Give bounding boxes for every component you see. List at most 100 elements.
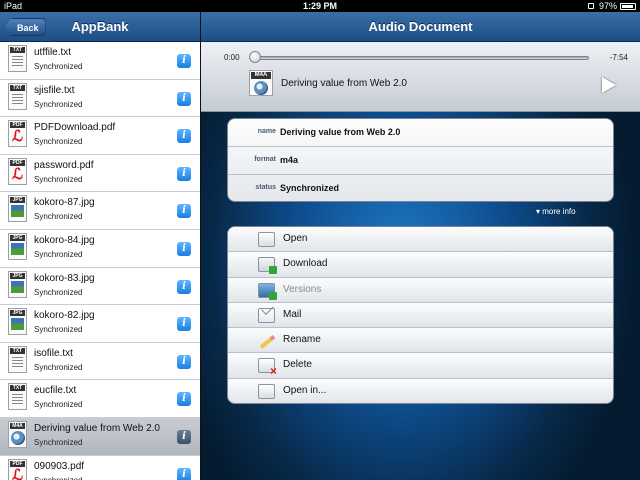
file-name: kokoro-84.jpg: [34, 234, 95, 246]
elapsed-time: 0:00: [224, 53, 240, 62]
file-list-item[interactable]: M4A Deriving value from Web 2.0 Synchroniz…: [0, 417, 200, 456]
playback-scrubber[interactable]: [255, 56, 589, 60]
property-value: m4a: [280, 155, 299, 165]
info-button[interactable]: i: [177, 392, 191, 407]
info-button[interactable]: i: [177, 467, 191, 480]
file-name: PDFDownload.pdf: [34, 122, 116, 134]
txt-file-icon: TXT: [8, 45, 27, 72]
file-status: Synchronized: [34, 476, 82, 480]
action-open-button[interactable]: Open: [228, 227, 613, 253]
property-row: status Synchronized: [228, 175, 613, 201]
landscape-thumbnail-icon: [11, 205, 24, 218]
file-name: utffile.txt: [34, 47, 72, 58]
file-status: Synchronized: [34, 400, 83, 410]
action-rename-button[interactable]: Rename: [228, 328, 613, 354]
jpg-file-icon: JPG: [8, 308, 27, 336]
file-status: Synchronized: [34, 137, 83, 147]
file-type-tag: JPG: [10, 197, 25, 204]
file-type-tag: TXT: [10, 385, 25, 392]
pdf-file-icon: PDF ℒ: [8, 157, 27, 185]
action-download-button[interactable]: Download: [228, 252, 613, 278]
action-mail-button[interactable]: Mail: [228, 302, 613, 329]
status-bar: iPad 1:29 PM 97%: [0, 0, 640, 12]
action-label: Mail: [283, 308, 302, 320]
action-label: Rename: [283, 334, 321, 346]
info-button[interactable]: i: [177, 54, 191, 68]
info-button[interactable]: i: [177, 279, 191, 294]
file-list-item[interactable]: PDF ℒpassword.pdf Synchronized i: [0, 154, 200, 193]
file-type-tag: M4A: [10, 422, 25, 429]
file-list: TXT utffile.txt Synchronized i TXT sjisfile.t…: [0, 42, 200, 480]
left-navigation-bar: AppBank Back: [0, 12, 200, 42]
file-type-tag: JPG: [10, 272, 25, 279]
txt-file-icon: TXT: [8, 82, 27, 110]
action-delete-button[interactable]: Delete: [228, 353, 613, 379]
acrobat-icon: ℒ: [12, 165, 23, 183]
info-button[interactable]: i: [177, 129, 191, 144]
property-value: Synchronized: [280, 183, 340, 193]
file-type-tag: TXT: [10, 84, 25, 91]
file-name: 090903.pdf: [34, 460, 85, 472]
file-status: Synchronized: [34, 212, 83, 222]
jpg-file-icon: JPG: [8, 232, 27, 260]
file-type-tag: JPG: [10, 234, 25, 241]
document-detail-pane: Audio Document 0:00 -7:54 M4A Deriving v…: [201, 12, 640, 480]
file-list-item[interactable]: TXT eucfile.txt Synchronized i: [0, 380, 200, 418]
file-list-item[interactable]: TXT isofile.txt Synchronized i: [0, 342, 200, 381]
play-icon[interactable]: [602, 77, 616, 93]
action-label: Download: [283, 258, 328, 270]
text-lines-icon: [12, 356, 23, 369]
info-button[interactable]: i: [177, 166, 191, 181]
action-open-in-button[interactable]: Open in...: [228, 378, 613, 403]
file-list-item[interactable]: PDF ℒ PDFDownload.pdf Synchronized i: [0, 117, 200, 155]
file-list-item[interactable]: TXT utffile.txt Synchronized i: [0, 42, 200, 80]
file-list-item[interactable]: PDFℒ 090903.pdf Synchronized i: [0, 455, 200, 480]
txt-file-icon: TXT: [8, 345, 27, 373]
property-key: status: [255, 184, 276, 191]
file-status: Synchronized: [34, 99, 83, 109]
info-button[interactable]: i: [177, 429, 191, 444]
file-list-item[interactable]: JPG kokoro-83.jpg Synchronized i: [0, 267, 200, 306]
back-button[interactable]: Back: [4, 18, 46, 36]
m4a-file-icon: M4A: [8, 420, 27, 448]
file-list-item[interactable]: TXT sjisfile.txt Synchronized i: [0, 79, 200, 118]
player-track-title: Deriving value from Web 2.0: [281, 78, 407, 89]
file-list-item[interactable]: JPG kokoro-87.jpg Synchronized i: [0, 192, 200, 230]
file-list-item[interactable]: JPG kokoro-82.jpg Synchronized i: [0, 305, 200, 343]
info-button[interactable]: i: [177, 317, 191, 332]
audio-player: 0:00 -7:54 M4A Deriving value from Web 2…: [201, 42, 640, 112]
action-label: Open: [283, 233, 308, 244]
text-lines-icon: [12, 93, 23, 106]
action-versions-button: Versions: [228, 277, 613, 303]
jpg-file-icon: JPG: [8, 270, 27, 298]
properties-table: name Deriving value from Web 2.0 format m4a…: [227, 118, 614, 202]
file-list-item[interactable]: JPG kokoro-84.jpg Synchronized i: [0, 229, 200, 268]
open-icon: [258, 232, 275, 247]
property-key: name: [257, 128, 276, 135]
clock: 1:29 PM: [302, 1, 337, 11]
property-key: format: [254, 156, 276, 163]
property-row: name Deriving value from Web 2.0: [228, 119, 613, 147]
property-row: format m4a: [228, 147, 613, 175]
file-type-tag: TXT: [10, 47, 25, 53]
info-button[interactable]: i: [177, 354, 191, 369]
action-label: Versions: [283, 283, 322, 295]
info-button[interactable]: i: [177, 204, 191, 219]
file-name: kokoro-87.jpg: [34, 197, 95, 209]
jpg-file-icon: JPG: [8, 195, 27, 223]
file-name: kokoro-82.jpg: [34, 310, 95, 322]
file-type-tag: M4A: [251, 72, 271, 79]
landscape-thumbnail-icon: [11, 318, 24, 331]
landscape-thumbnail-icon: [11, 242, 24, 255]
scrubber-knob[interactable]: [249, 51, 261, 63]
info-button[interactable]: i: [177, 241, 191, 256]
document-title: Audio Document: [368, 19, 473, 34]
text-lines-icon: [12, 56, 23, 68]
actions-list: Open Download Versions Mail Rename Delete Open…: [227, 226, 614, 404]
info-button[interactable]: i: [177, 91, 191, 106]
more-info-link[interactable]: ▾ more info: [536, 207, 576, 216]
landscape-thumbnail-icon: [11, 280, 24, 293]
file-type-tag: PDF: [10, 159, 25, 166]
delete-icon: [258, 358, 277, 378]
orientation-lock-icon: [587, 3, 594, 9]
